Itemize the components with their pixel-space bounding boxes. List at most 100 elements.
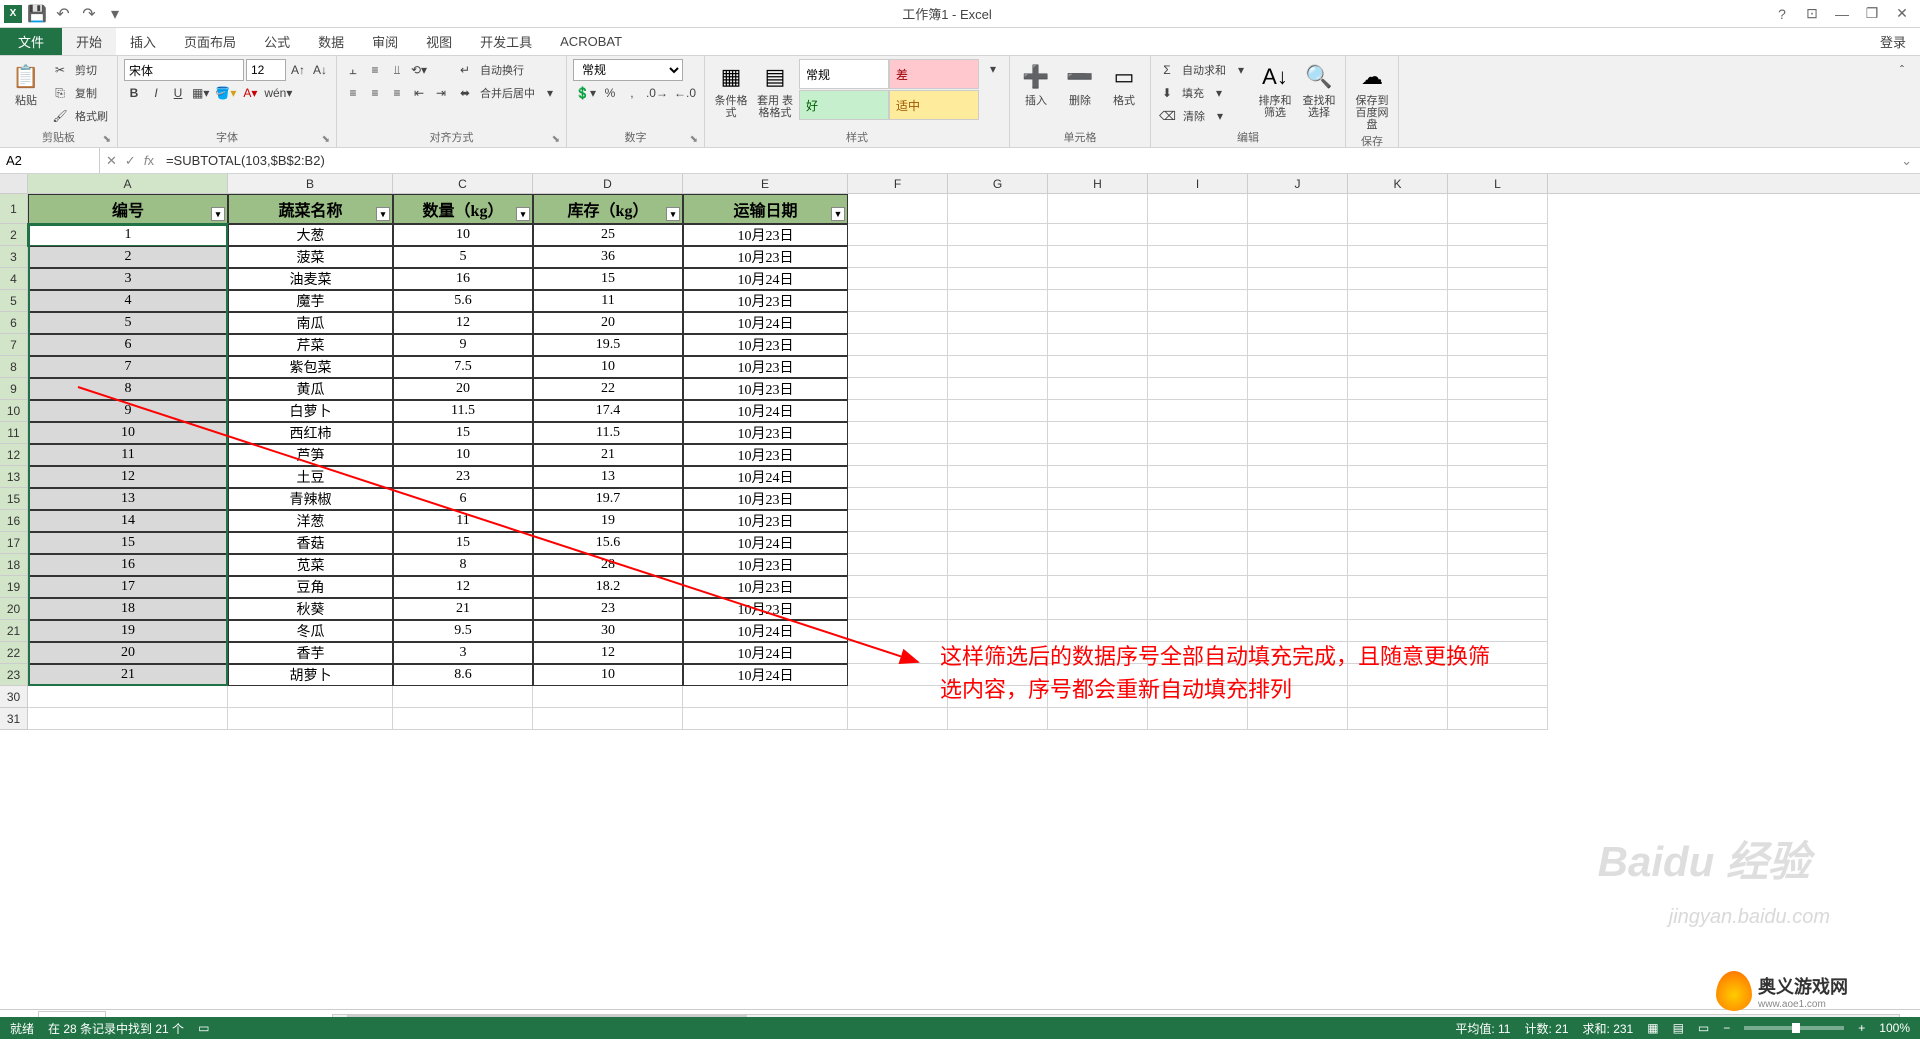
cell-K18[interactable]	[1348, 554, 1448, 576]
cell-H9[interactable]	[1048, 378, 1148, 400]
cell-B20[interactable]: 秋葵	[228, 598, 393, 620]
cell-C22[interactable]: 3	[393, 642, 533, 664]
cell-K7[interactable]	[1348, 334, 1448, 356]
cell-E12[interactable]: 10月23日	[683, 444, 848, 466]
tab-acrobat[interactable]: ACROBAT	[546, 28, 636, 55]
cell-I19[interactable]	[1148, 576, 1248, 598]
conditional-formatting-button[interactable]: ▦条件格式	[711, 59, 751, 119]
row-header-17[interactable]: 17	[0, 532, 28, 554]
cell-L9[interactable]	[1448, 378, 1548, 400]
cell-G10[interactable]	[948, 400, 1048, 422]
cell-G16[interactable]	[948, 510, 1048, 532]
cell-A12[interactable]: 11	[28, 444, 228, 466]
cell-E6[interactable]: 10月24日	[683, 312, 848, 334]
cell-I16[interactable]	[1148, 510, 1248, 532]
cell-C4[interactable]: 16	[393, 268, 533, 290]
column-header-K[interactable]: K	[1348, 174, 1448, 193]
minimize-icon[interactable]: —	[1828, 3, 1856, 25]
cell-J16[interactable]	[1248, 510, 1348, 532]
cell-D3[interactable]: 36	[533, 246, 683, 268]
cell-H11[interactable]	[1048, 422, 1148, 444]
select-all-corner[interactable]	[0, 174, 28, 193]
cell-G13[interactable]	[948, 466, 1048, 488]
tab-formulas[interactable]: 公式	[250, 28, 304, 55]
cell-L31[interactable]	[1448, 708, 1548, 730]
cell-G8[interactable]	[948, 356, 1048, 378]
clear-dropdown-icon[interactable]: ▾	[1210, 106, 1230, 126]
cell-K21[interactable]	[1348, 620, 1448, 642]
cell-H7[interactable]	[1048, 334, 1148, 356]
cell-C16[interactable]: 11	[393, 510, 533, 532]
cell-F6[interactable]	[848, 312, 948, 334]
cell-G19[interactable]	[948, 576, 1048, 598]
cell-H4[interactable]	[1048, 268, 1148, 290]
decrease-font-icon[interactable]: A↓	[310, 60, 330, 80]
cell-A16[interactable]: 14	[28, 510, 228, 532]
cell-C15[interactable]: 6	[393, 488, 533, 510]
row-header-31[interactable]: 31	[0, 708, 28, 730]
cell-H2[interactable]	[1048, 224, 1148, 246]
tab-file[interactable]: 文件	[0, 28, 62, 55]
cell-D21[interactable]: 30	[533, 620, 683, 642]
row-header-10[interactable]: 10	[0, 400, 28, 422]
cell-D23[interactable]: 10	[533, 664, 683, 686]
format-painter-button[interactable]: 格式刷	[72, 108, 111, 124]
cell-F8[interactable]	[848, 356, 948, 378]
cell-H13[interactable]	[1048, 466, 1148, 488]
cell-D9[interactable]: 22	[533, 378, 683, 400]
cell-D18[interactable]: 28	[533, 554, 683, 576]
cell-E7[interactable]: 10月23日	[683, 334, 848, 356]
header-stock[interactable]: 库存（kg）▾	[533, 194, 683, 224]
cell-D17[interactable]: 15.6	[533, 532, 683, 554]
cell-style-neutral[interactable]: 适中	[889, 90, 979, 120]
cell-I4[interactable]	[1148, 268, 1248, 290]
cell-K3[interactable]	[1348, 246, 1448, 268]
cell-A4[interactable]: 3	[28, 268, 228, 290]
percent-icon[interactable]: %	[600, 83, 620, 103]
cell-F31[interactable]	[848, 708, 948, 730]
comma-icon[interactable]: ,	[622, 83, 642, 103]
cell-H5[interactable]	[1048, 290, 1148, 312]
close-icon[interactable]: ✕	[1888, 3, 1916, 25]
merge-icon[interactable]: ⬌	[455, 83, 475, 103]
autosum-button[interactable]: 自动求和	[1179, 62, 1229, 78]
cell-A3[interactable]: 2	[28, 246, 228, 268]
cell-B11[interactable]: 西红柿	[228, 422, 393, 444]
cell-F3[interactable]	[848, 246, 948, 268]
qat-redo-icon[interactable]: ↷	[78, 3, 100, 25]
alignment-dialog-launcher-icon[interactable]: ⬊	[552, 134, 560, 145]
row-header-4[interactable]: 4	[0, 268, 28, 290]
cell-G11[interactable]	[948, 422, 1048, 444]
cell-style-good[interactable]: 好	[799, 90, 889, 120]
row-header-2[interactable]: 2	[0, 224, 28, 246]
copy-button[interactable]: 复制	[72, 85, 100, 101]
cell-C17[interactable]: 15	[393, 532, 533, 554]
cell-K16[interactable]	[1348, 510, 1448, 532]
cell-D10[interactable]: 17.4	[533, 400, 683, 422]
header-quantity-filter-icon[interactable]: ▾	[516, 207, 530, 221]
tab-developer[interactable]: 开发工具	[466, 28, 546, 55]
fill-color-button[interactable]: 🪣▾	[213, 83, 238, 103]
cell-A17[interactable]: 15	[28, 532, 228, 554]
cell-K9[interactable]	[1348, 378, 1448, 400]
cell-F4[interactable]	[848, 268, 948, 290]
cell-G6[interactable]	[948, 312, 1048, 334]
cell-J5[interactable]	[1248, 290, 1348, 312]
row-header-16[interactable]: 16	[0, 510, 28, 532]
cell-G21[interactable]	[948, 620, 1048, 642]
cell-J9[interactable]	[1248, 378, 1348, 400]
cell-J19[interactable]	[1248, 576, 1348, 598]
cell-H16[interactable]	[1048, 510, 1148, 532]
cell-A9[interactable]: 8	[28, 378, 228, 400]
view-normal-icon[interactable]: ▦	[1647, 1021, 1658, 1035]
clear-button[interactable]: 清除	[1180, 108, 1208, 124]
cell-H17[interactable]	[1048, 532, 1148, 554]
cell-A31[interactable]	[28, 708, 228, 730]
cell-E16[interactable]: 10月23日	[683, 510, 848, 532]
cell-L7[interactable]	[1448, 334, 1548, 356]
fill-icon[interactable]: ⬇	[1157, 83, 1177, 103]
format-as-table-button[interactable]: ▤套用 表格格式	[755, 59, 795, 119]
header-date-filter-icon[interactable]: ▼	[831, 207, 845, 221]
cell-A20[interactable]: 18	[28, 598, 228, 620]
cell-G5[interactable]	[948, 290, 1048, 312]
